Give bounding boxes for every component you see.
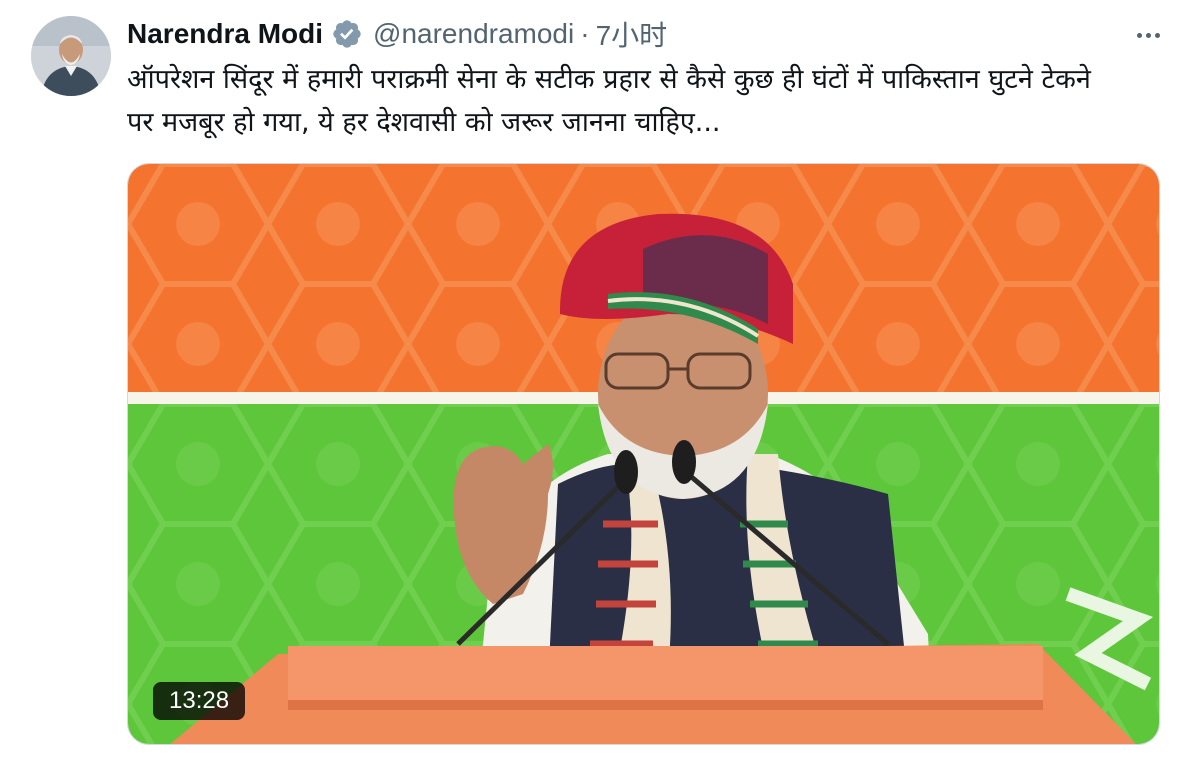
tweet-text-line: पर मजबूर हो गया, ये हर देशवासी को जरूर ज… <box>127 107 721 138</box>
video-player[interactable]: 13:28 <box>127 163 1160 745</box>
video-duration-badge: 13:28 <box>153 682 246 720</box>
tweet-text: ऑपरेशन सिंदूर में हमारी पराक्रमी सेना के… <box>127 58 1157 144</box>
video-thumbnail <box>128 164 1159 744</box>
author-handle[interactable]: @narendramodi <box>373 18 574 50</box>
verified-badge-icon[interactable] <box>331 18 363 50</box>
tweet-timestamp[interactable]: 7小时 <box>596 14 668 54</box>
tweet-card[interactable]: Narendra Modi @narendramodi · 7小时 ऑपरेशन… <box>0 0 1194 769</box>
more-horizontal-icon[interactable] <box>1128 20 1168 50</box>
author-name[interactable]: Narendra Modi <box>127 18 323 50</box>
author-avatar[interactable] <box>31 16 111 96</box>
avatar-image <box>31 16 111 96</box>
header-separator: · <box>580 18 590 49</box>
tweet-header: Narendra Modi @narendramodi · 7小时 <box>127 14 667 54</box>
tweet-text-line: ऑपरेशन सिंदूर में हमारी पराक्रमी सेना के… <box>127 64 1091 95</box>
